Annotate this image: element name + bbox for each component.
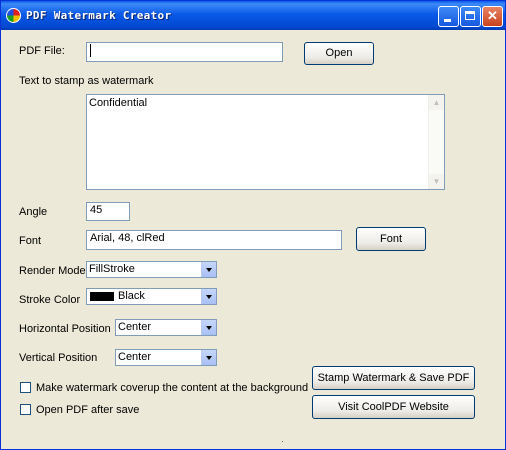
chevron-down-icon[interactable]: [201, 320, 216, 335]
scroll-down-icon[interactable]: ▼: [429, 174, 444, 189]
stroke-color-label: Stroke Color: [19, 294, 81, 306]
render-mode-value: FillStroke: [89, 263, 135, 275]
horizontal-position-select[interactable]: Center: [115, 319, 217, 336]
maximize-button[interactable]: [460, 6, 481, 27]
vertical-position-select[interactable]: Center: [115, 349, 217, 366]
color-swatch: [90, 292, 114, 301]
stroke-color-value: Black: [118, 290, 145, 302]
chevron-down-icon[interactable]: [201, 350, 216, 365]
close-button[interactable]: ✕: [482, 6, 503, 27]
pdf-file-input[interactable]: [86, 42, 283, 62]
watermark-text-label: Text to stamp as watermark: [19, 75, 154, 87]
text-cursor: [90, 44, 91, 57]
close-icon: ✕: [487, 8, 498, 23]
render-mode-select[interactable]: FillStroke: [86, 261, 217, 278]
font-label: Font: [19, 235, 42, 247]
watermark-text-area[interactable]: Confidential ▲ ▼: [86, 94, 445, 190]
window-title: PDF Watermark Creator: [26, 9, 172, 22]
font-button[interactable]: Font: [356, 227, 426, 251]
stroke-color-select[interactable]: Black: [86, 288, 217, 305]
vertical-scrollbar[interactable]: ▲ ▼: [428, 95, 444, 189]
open-after-save-label: Open PDF after save: [36, 404, 140, 416]
maximize-icon: [465, 11, 475, 20]
coverup-label: Make watermark coverup the content at th…: [36, 382, 309, 394]
angle-label: Angle: [19, 206, 48, 218]
chevron-down-icon[interactable]: [201, 289, 216, 304]
stamp-save-button[interactable]: Stamp Watermark & Save PDF: [312, 366, 475, 390]
open-button[interactable]: Open: [304, 42, 374, 65]
minimize-button[interactable]: [438, 6, 459, 27]
visit-website-button[interactable]: Visit CoolPDF Website: [312, 395, 475, 419]
open-after-save-checkbox[interactable]: [20, 404, 31, 415]
pdf-file-label: PDF File:: [19, 45, 65, 57]
coverup-checkbox[interactable]: [20, 382, 31, 393]
vertical-position-label: Vertical Position: [19, 352, 98, 364]
horizontal-position-label: Horizontal Position: [19, 323, 111, 335]
title-bar[interactable]: PDF Watermark Creator ✕: [1, 1, 505, 30]
scroll-up-icon[interactable]: ▲: [429, 95, 444, 110]
render-mode-label: Render Mode: [19, 265, 86, 277]
font-input[interactable]: Arial, 48, clRed: [86, 230, 342, 250]
minimize-icon: [444, 19, 451, 22]
vertical-position-value: Center: [118, 351, 152, 363]
size-grip-dot: [282, 441, 283, 442]
chevron-down-icon[interactable]: [201, 262, 216, 277]
app-color-wheel-icon: [6, 8, 21, 23]
watermark-text-value: Confidential: [89, 97, 148, 109]
horizontal-position-value: Center: [118, 321, 152, 333]
app-window: PDF Watermark Creator ✕ PDF File: Open T…: [0, 0, 506, 450]
angle-input[interactable]: 45: [86, 202, 130, 221]
